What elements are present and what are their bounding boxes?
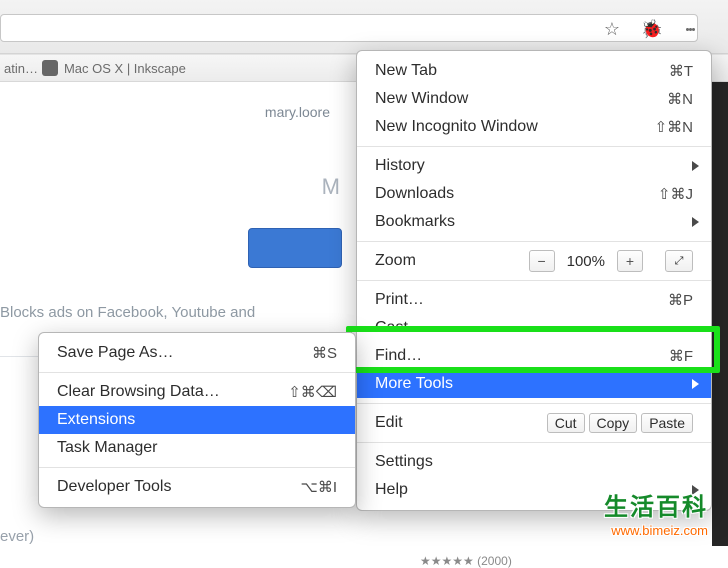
menu-item-print[interactable]: Print… ⌘P <box>357 286 711 314</box>
menu-label: Print… <box>375 291 424 309</box>
menu-label: Downloads <box>375 185 454 203</box>
bookmark-star-icon[interactable]: ☆ <box>602 19 622 39</box>
zoom-out-button[interactable]: − <box>529 250 555 272</box>
zoom-value: 100% <box>567 253 605 270</box>
page-primary-button[interactable] <box>248 228 342 268</box>
menu-item-cast[interactable]: Cast… <box>357 314 711 342</box>
menu-label: Help <box>375 481 408 499</box>
menu-label: Find… <box>375 347 422 365</box>
menu-shortcut: ⇧⌘N <box>655 118 693 136</box>
menu-label: Zoom <box>375 252 416 270</box>
menu-shortcut: ⌘S <box>312 344 337 362</box>
menu-item-new-incognito[interactable]: New Incognito Window ⇧⌘N <box>357 113 711 141</box>
watermark-title: 生活百科 <box>604 492 708 523</box>
menu-label: New Incognito Window <box>375 118 538 136</box>
menu-label: Task Manager <box>57 439 158 457</box>
menu-item-more-tools[interactable]: More Tools <box>357 370 711 398</box>
menu-item-edit: Edit Cut Copy Paste <box>357 409 711 437</box>
browser-toolbar: ☆ 🐞 <box>0 0 728 54</box>
menu-item-zoom: Zoom − 100% + ⤢ <box>357 247 711 275</box>
more-tools-submenu: Save Page As… ⌘S Clear Browsing Data… ⇧⌘… <box>38 332 356 508</box>
menu-item-settings[interactable]: Settings <box>357 448 711 476</box>
edit-copy-button[interactable]: Copy <box>589 413 638 433</box>
menu-separator <box>39 372 355 373</box>
page-text-fragment: ever) <box>0 528 34 545</box>
menu-label: Developer Tools <box>57 478 171 496</box>
menu-separator <box>357 280 711 281</box>
submenu-arrow-icon <box>692 379 699 389</box>
menu-label: Extensions <box>57 411 135 429</box>
menu-item-downloads[interactable]: Downloads ⇧⌘J <box>357 180 711 208</box>
menu-item-new-tab[interactable]: New Tab ⌘T <box>357 57 711 85</box>
submenu-item-developer-tools[interactable]: Developer Tools ⌥⌘I <box>39 473 355 501</box>
edit-cut-button[interactable]: Cut <box>547 413 585 433</box>
menu-shortcut: ⌘N <box>667 90 693 108</box>
submenu-arrow-icon <box>692 217 699 227</box>
menu-separator <box>357 442 711 443</box>
menu-label: Clear Browsing Data… <box>57 383 220 401</box>
omnibox[interactable] <box>0 14 698 42</box>
menu-separator <box>357 403 711 404</box>
page-heading-fragment: M <box>322 174 340 200</box>
menu-item-bookmarks[interactable]: Bookmarks <box>357 208 711 236</box>
watermark-url: www.bimeiz.com <box>604 523 708 540</box>
menu-label: New Window <box>375 90 468 108</box>
menu-label: Settings <box>375 453 433 471</box>
menu-item-history[interactable]: History <box>357 152 711 180</box>
menu-separator <box>39 467 355 468</box>
submenu-item-extensions[interactable]: Extensions <box>39 406 355 434</box>
submenu-item-task-manager[interactable]: Task Manager <box>39 434 355 462</box>
extension-icon[interactable]: 🐞 <box>642 19 662 39</box>
menu-shortcut: ⇧⌘J <box>658 185 693 203</box>
submenu-item-clear-data[interactable]: Clear Browsing Data… ⇧⌘⌫ <box>39 378 355 406</box>
menu-shortcut: ⌘T <box>669 62 693 80</box>
menu-label: Edit <box>375 414 403 432</box>
menu-label: New Tab <box>375 62 437 80</box>
watermark: 生活百科 www.bimeiz.com <box>604 492 708 540</box>
bookmark-item-label[interactable]: Mac OS X | Inkscape <box>64 61 186 76</box>
menu-shortcut: ⌘F <box>669 347 693 365</box>
bookmark-item-label[interactable]: atin… <box>4 61 38 76</box>
menu-label: Bookmarks <box>375 213 455 231</box>
menu-label: More Tools <box>375 375 453 393</box>
fullscreen-button[interactable]: ⤢ <box>665 250 693 272</box>
bookmark-favicon <box>42 60 58 76</box>
menu-label: Cast… <box>375 319 424 337</box>
page-email-text: mary.loore <box>265 104 330 120</box>
submenu-arrow-icon <box>692 161 699 171</box>
edit-paste-button[interactable]: Paste <box>641 413 693 433</box>
menu-shortcut: ⌥⌘I <box>301 478 337 496</box>
menu-separator <box>357 146 711 147</box>
menu-shortcut: ⌘P <box>668 291 693 309</box>
page-description: Blocks ads on Facebook, Youtube and <box>0 304 255 321</box>
menu-label: History <box>375 157 425 175</box>
page-rating-text: ★★★★★ (2000) <box>420 554 512 568</box>
menu-separator <box>357 241 711 242</box>
menu-label: Save Page As… <box>57 344 174 362</box>
menu-item-new-window[interactable]: New Window ⌘N <box>357 85 711 113</box>
chrome-menu-button[interactable] <box>680 19 700 39</box>
zoom-in-button[interactable]: + <box>617 250 643 272</box>
menu-shortcut: ⇧⌘⌫ <box>288 383 337 401</box>
menu-item-find[interactable]: Find… ⌘F <box>357 342 711 370</box>
submenu-item-save-page[interactable]: Save Page As… ⌘S <box>39 339 355 367</box>
chrome-main-menu: New Tab ⌘T New Window ⌘N New Incognito W… <box>356 50 712 511</box>
